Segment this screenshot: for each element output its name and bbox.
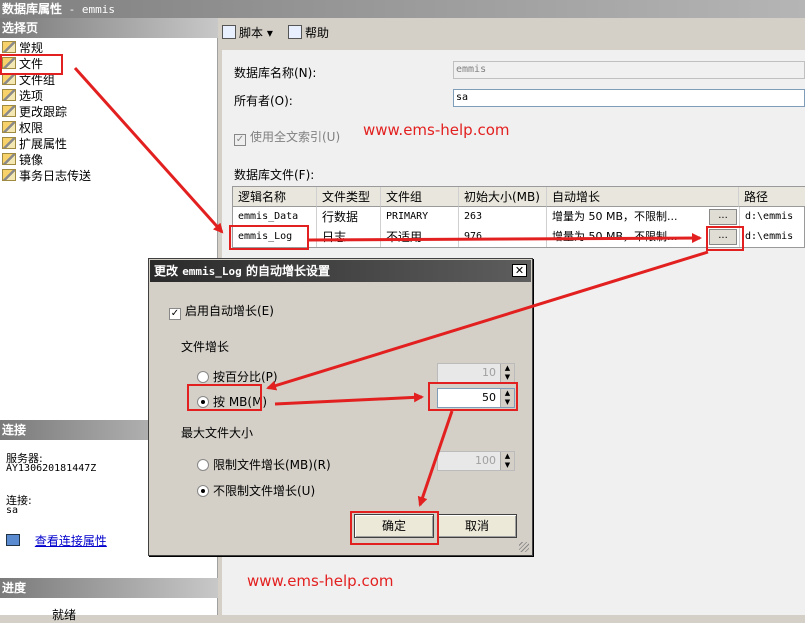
arrow-files-to-log — [73, 66, 224, 234]
arrow-value-to-ok — [417, 410, 454, 507]
annotation-arrows — [73, 66, 709, 507]
arrow-mb-to-value — [274, 392, 424, 406]
arrow-button-to-mb — [266, 250, 709, 391]
arrow-log-to-button — [308, 233, 702, 244]
